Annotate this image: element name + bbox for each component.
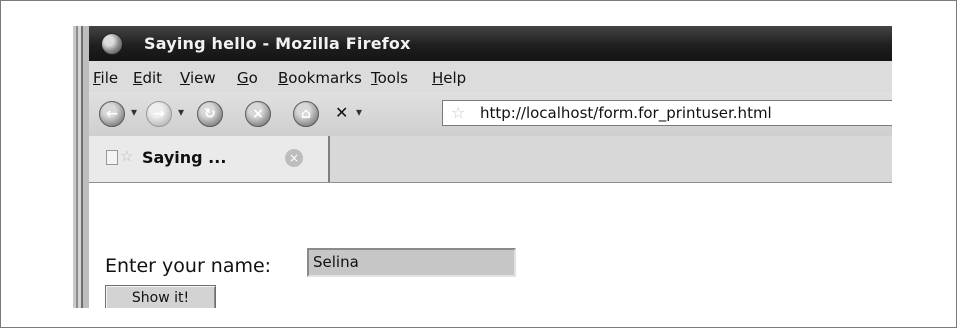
- menu-file[interactable]: File: [93, 69, 118, 87]
- show-it-button[interactable]: Show it!: [105, 285, 216, 308]
- menu-help[interactable]: Help: [432, 69, 466, 87]
- tab-star-icon: ☆: [120, 147, 134, 165]
- page-content: Enter your name: Selina Show it!: [89, 183, 892, 308]
- tab-saying-hello[interactable]: ☆ Saying ... ×: [89, 136, 330, 182]
- tab-label: Saying ...: [142, 148, 227, 167]
- firefox-icon: [101, 33, 123, 55]
- home-icon[interactable]: ⌂: [293, 101, 319, 127]
- menu-edit[interactable]: Edit: [133, 69, 162, 87]
- window-left-border: [73, 26, 89, 308]
- browser-window: Saying hello - Mozilla Firefox File Edit…: [89, 26, 892, 308]
- close-tab-icon[interactable]: ×: [285, 149, 303, 167]
- page-icon: [106, 150, 118, 165]
- address-bar-text: http://localhost/form.for_printuser.html: [480, 104, 772, 122]
- menu-go[interactable]: Go: [237, 69, 258, 87]
- navigation-toolbar: ← ▾ → ▾ ↻ × ⌂ ✕ ▾ ☆ http://localhost/for…: [89, 92, 892, 137]
- address-bar[interactable]: ☆ http://localhost/form.for_printuser.ht…: [442, 100, 892, 126]
- feed-icon[interactable]: ✕: [335, 103, 348, 122]
- forward-icon[interactable]: →: [146, 101, 172, 127]
- feed-dropdown-icon[interactable]: ▾: [356, 105, 362, 119]
- star-icon[interactable]: ☆: [451, 103, 465, 122]
- title-bar: Saying hello - Mozilla Firefox: [89, 26, 892, 61]
- menu-bar: File Edit View Go Bookmarks Tools Help: [89, 61, 892, 93]
- tab-strip: ☆ Saying ... ×: [89, 136, 892, 183]
- name-field[interactable]: Selina: [307, 248, 516, 277]
- window-title: Saying hello - Mozilla Firefox: [144, 34, 411, 53]
- reload-icon[interactable]: ↻: [197, 101, 223, 127]
- menu-view[interactable]: View: [180, 69, 216, 87]
- name-prompt: Enter your name:: [105, 255, 272, 277]
- stop-icon[interactable]: ×: [245, 101, 271, 127]
- forward-dropdown-icon[interactable]: ▾: [178, 105, 184, 119]
- back-icon[interactable]: ←: [99, 101, 125, 127]
- menu-bookmarks[interactable]: Bookmarks: [278, 69, 362, 87]
- menu-tools[interactable]: Tools: [371, 69, 408, 87]
- back-dropdown-icon[interactable]: ▾: [131, 105, 137, 119]
